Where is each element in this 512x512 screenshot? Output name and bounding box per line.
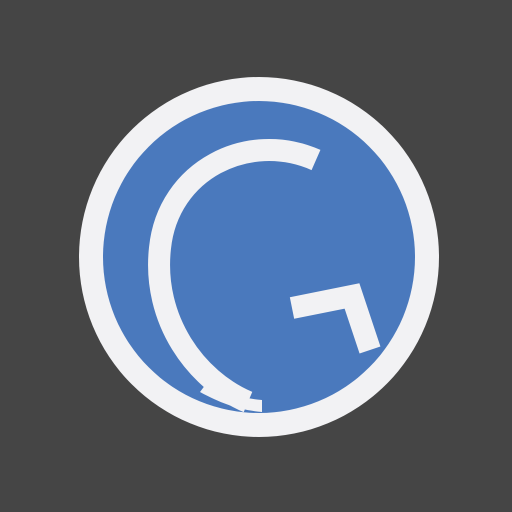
app-icon-canvas	[0, 0, 512, 512]
g-letter-logo-icon	[79, 77, 439, 437]
